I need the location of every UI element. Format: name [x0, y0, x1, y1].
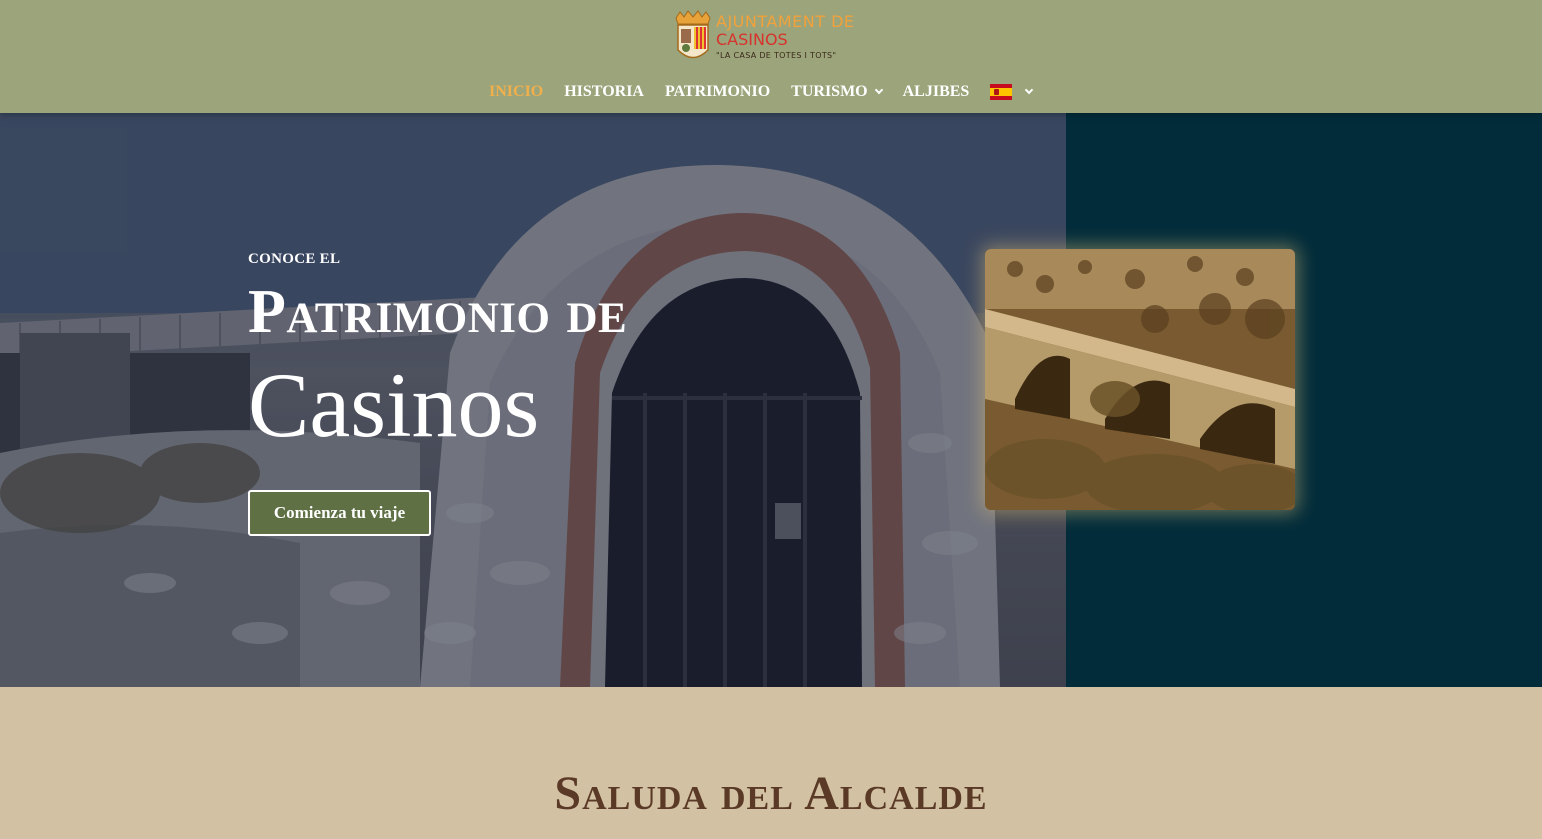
logo-title: AJUNTAMENT DE: [716, 12, 855, 31]
language-switcher[interactable]: [990, 84, 1034, 100]
nav-item-inicio[interactable]: INICIO: [489, 83, 543, 101]
section-title-mayor-greeting: Saluda del Alcalde: [554, 767, 988, 820]
spain-flag-icon: [990, 84, 1013, 100]
nav-item-patrimonio[interactable]: PATRIMONIO: [665, 83, 770, 101]
hero-eyebrow: CONOCE EL: [248, 251, 341, 267]
hero-title-line1: Patrimonio de: [248, 278, 628, 346]
hero-section: CONOCE EL Patrimonio de Casinos Comienza…: [0, 113, 1542, 687]
logo-subtitle: CASINOS: [716, 30, 788, 49]
chevron-down-icon: [1025, 85, 1034, 95]
nav-item-aljibes[interactable]: ALJIBES: [903, 83, 970, 101]
site-header: AJUNTAMENT DE CASINOS "LA CASA DE TOTES …: [0, 0, 1542, 113]
hero-title-line2: Casinos: [248, 354, 540, 456]
logo-tagline: "LA CASA DE TOTES I TOTS": [716, 51, 837, 60]
nav-item-turismo-label: TURISMO: [791, 83, 868, 100]
nav-item-turismo[interactable]: TURISMO: [791, 83, 883, 101]
start-journey-button[interactable]: Comienza tu viaje: [248, 490, 431, 536]
site-logo[interactable]: AJUNTAMENT DE CASINOS "LA CASA DE TOTES …: [674, 10, 870, 70]
main-nav: INICIO HISTORIA PATRIMONIO TURISMO ALJIB…: [489, 80, 1053, 104]
coat-of-arms-icon: [674, 10, 712, 66]
nav-item-historia[interactable]: HISTORIA: [564, 83, 644, 101]
aqueduct-image[interactable]: [985, 249, 1295, 510]
chevron-down-icon: [874, 85, 883, 95]
